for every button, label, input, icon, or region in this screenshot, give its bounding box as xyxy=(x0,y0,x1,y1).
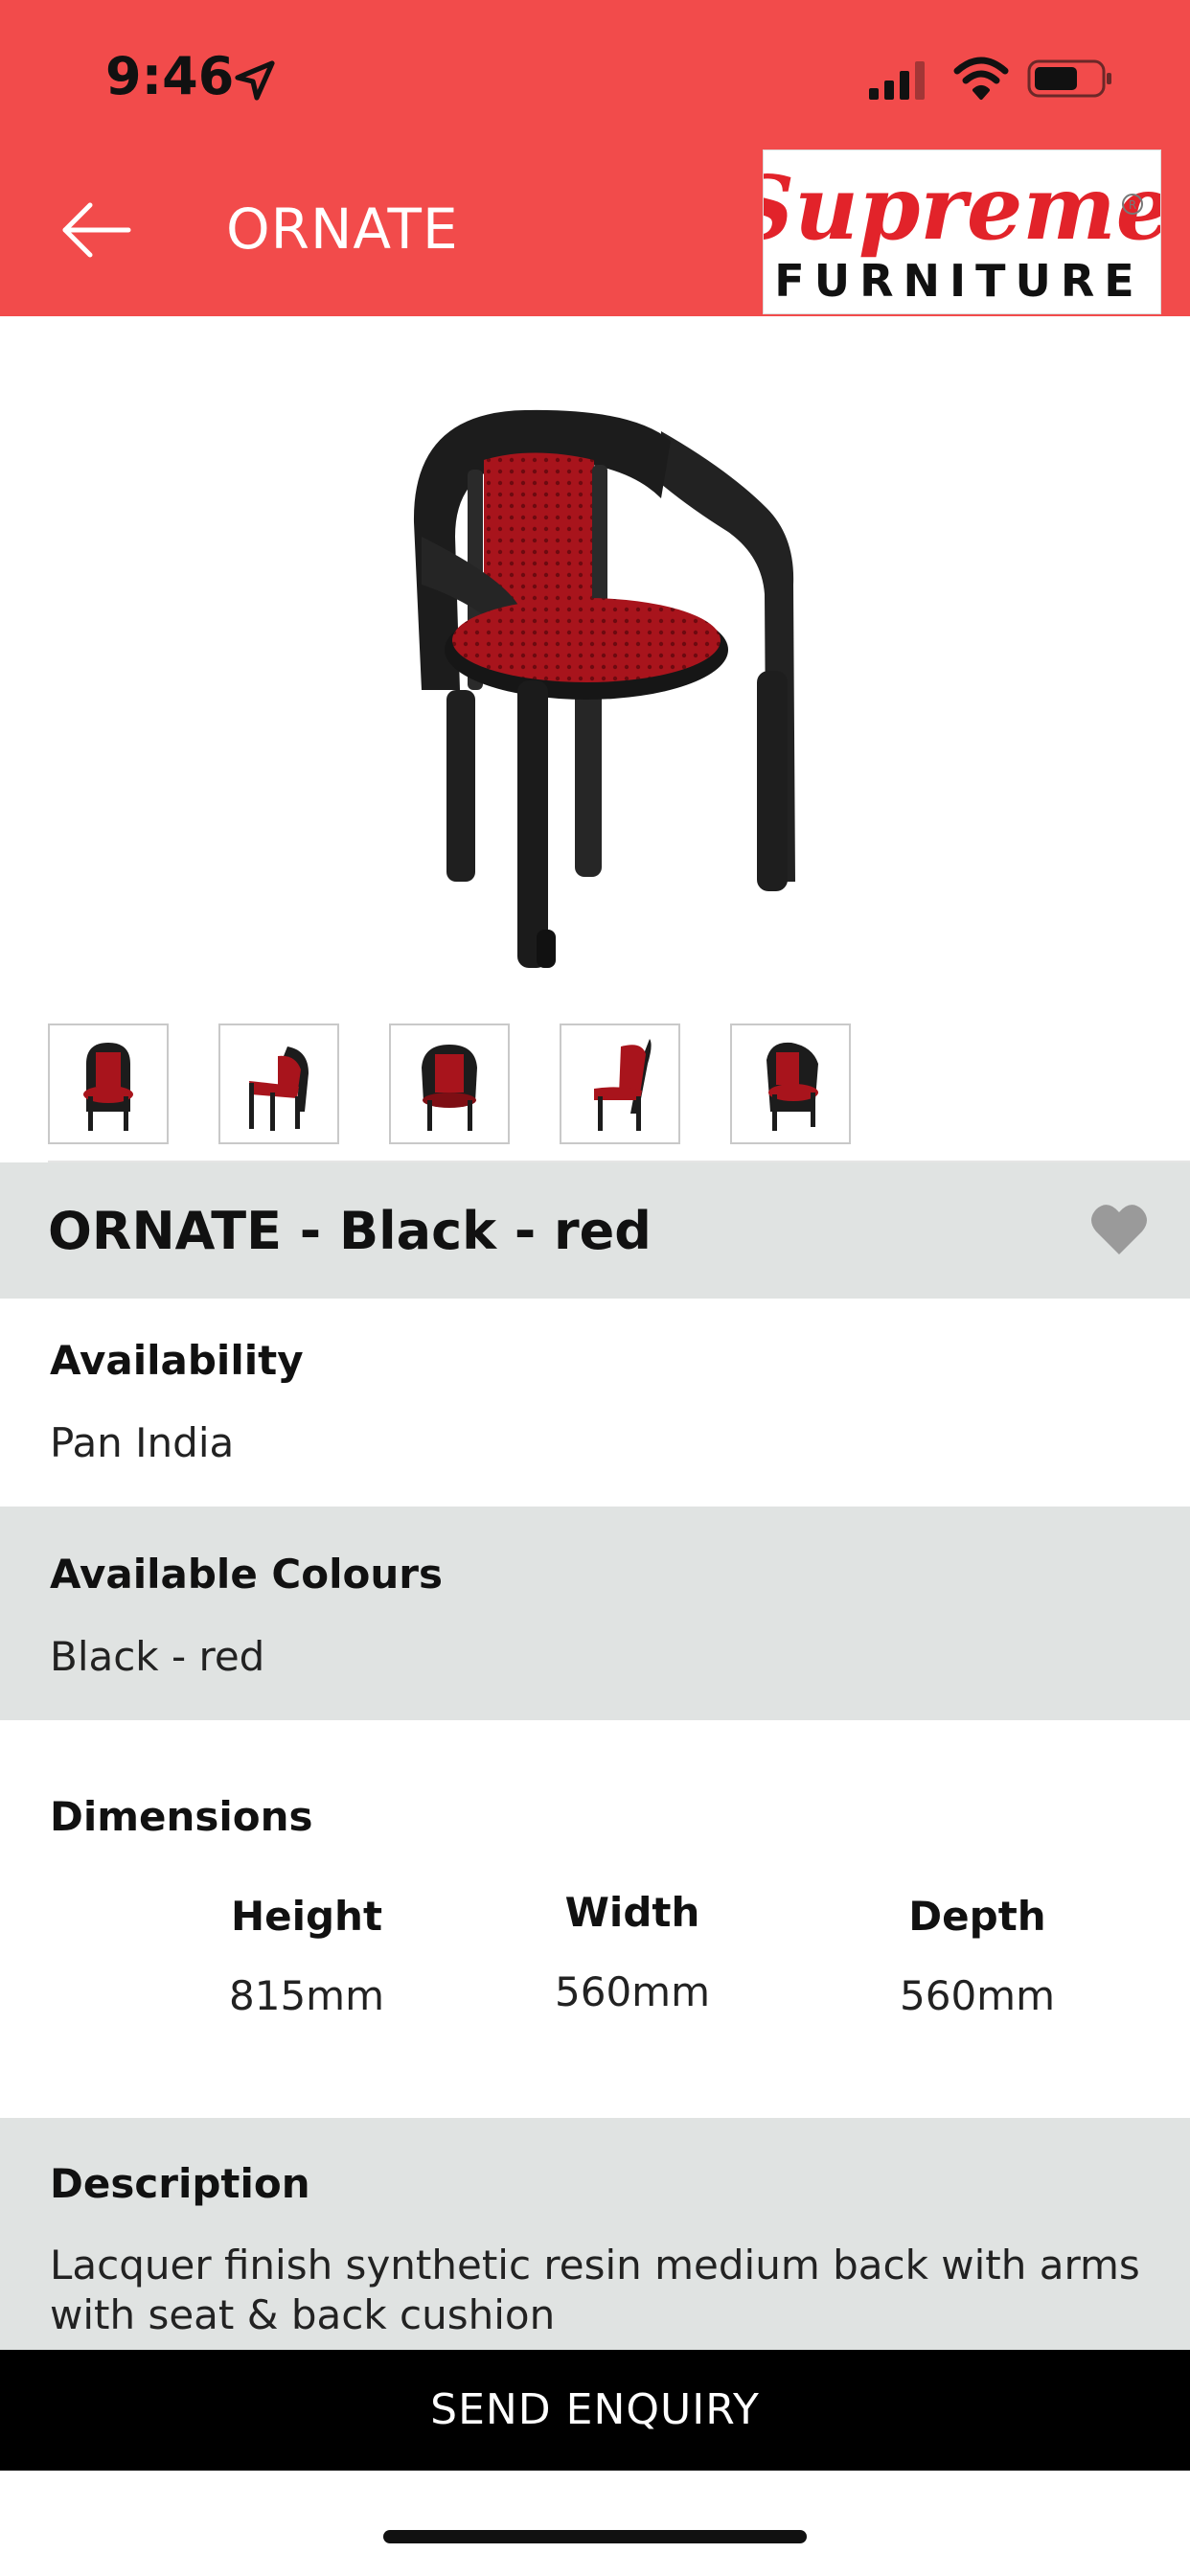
thumbnail-side-left[interactable] xyxy=(218,1024,339,1144)
brand-name: Supreme xyxy=(764,156,1160,260)
dimension-value: 560mm xyxy=(555,1968,710,2015)
dimension-width: Width 560mm xyxy=(517,1889,747,2015)
send-enquiry-button[interactable]: SEND ENQUIRY xyxy=(0,2350,1190,2471)
thumbnail-angle[interactable] xyxy=(730,1024,851,1144)
thumbnail-side-right[interactable] xyxy=(560,1024,680,1144)
dimension-label: Depth xyxy=(908,1893,1046,1940)
thumbnail-strip xyxy=(0,1024,1190,1150)
wifi-icon xyxy=(953,57,1009,100)
dimensions-heading: Dimensions xyxy=(50,1793,313,1840)
colours-heading: Available Colours xyxy=(50,1551,443,1598)
home-indicator[interactable] xyxy=(383,2530,807,2543)
svg-text:R: R xyxy=(1129,198,1136,212)
dimension-value: 560mm xyxy=(900,1972,1055,2019)
availability-value: Pan India xyxy=(50,1419,235,1466)
description-heading: Description xyxy=(50,2160,310,2207)
status-bar: 9:46 xyxy=(0,0,1190,163)
back-arrow-icon[interactable] xyxy=(57,196,136,264)
thumbnail-front[interactable] xyxy=(48,1024,169,1144)
thumbnail-back[interactable] xyxy=(389,1024,510,1144)
location-arrow-icon xyxy=(235,60,275,101)
battery-icon xyxy=(1027,59,1111,98)
availability-section: Availability Pan India xyxy=(0,1299,1190,1506)
product-title-bar: ORNATE - Black - red xyxy=(0,1162,1190,1299)
app-bar: ORNATE Supreme R FURNITURE xyxy=(0,144,1190,316)
dimension-height: Height 815mm xyxy=(192,1893,422,2019)
availability-heading: Availability xyxy=(50,1337,304,1384)
page-title: ORNATE xyxy=(226,196,459,262)
heart-icon[interactable] xyxy=(1088,1201,1150,1256)
colours-section: Available Colours Black - red xyxy=(0,1506,1190,1720)
colours-value: Black - red xyxy=(50,1633,265,1680)
dimension-label: Width xyxy=(564,1889,700,1936)
cellular-signal-icon xyxy=(869,61,925,100)
brand-logo: Supreme R FURNITURE xyxy=(731,150,1172,314)
dimensions-section: Dimensions Height 815mm Width 560mm Dept… xyxy=(0,1720,1190,2118)
product-title: ORNATE - Black - red xyxy=(48,1201,652,1261)
dimension-value: 815mm xyxy=(229,1972,384,2019)
description-section: Description Lacquer finish synthetic res… xyxy=(0,2118,1190,2350)
product-main-image[interactable] xyxy=(0,316,1190,987)
brand-tagline: FURNITURE xyxy=(774,255,1143,307)
status-time: 9:46 xyxy=(105,46,235,106)
dimension-label: Height xyxy=(230,1893,383,1940)
description-text: Lacquer finish synthetic resin medium ba… xyxy=(50,2242,1140,2338)
dimension-depth: Depth 560mm xyxy=(862,1893,1092,2019)
